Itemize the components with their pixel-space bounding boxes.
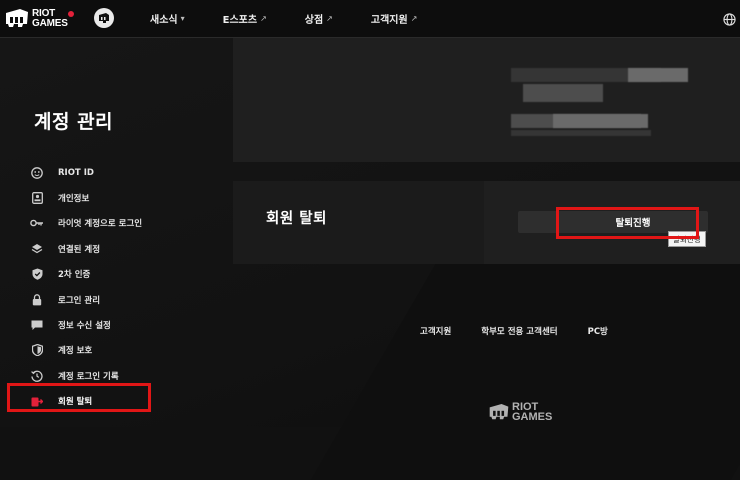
riot-games-logo[interactable]: RIOT GAMES	[4, 9, 68, 29]
nav-store-label: 상점	[304, 15, 324, 26]
riot-fist-icon	[4, 9, 30, 29]
lock-icon	[30, 293, 44, 307]
sidebar-item-label: 2차 인증	[58, 270, 91, 281]
nav-support[interactable]: 고객지원 ↗	[371, 11, 418, 26]
layers-icon	[30, 242, 44, 256]
highlight-box-withdraw-menu	[7, 383, 151, 412]
footer-link-support[interactable]: 고객지원	[420, 325, 451, 337]
sidebar-item-label: 라이엇 계정으로 로그인	[58, 219, 143, 230]
sidebar-item-label: RIOT ID	[58, 167, 94, 178]
footer-links: 고객지원 학부모 전용 고객센터 PC방	[420, 325, 638, 337]
nav-esports-label: E스포츠	[222, 15, 258, 26]
sidebar-item-communication[interactable]: 정보 수신 설정	[30, 312, 230, 337]
footer-link-parents[interactable]: 학부모 전용 고객센터	[481, 325, 557, 337]
sidebar-item-riot-sign-on[interactable]: 라이엇 계정으로 로그인	[30, 211, 230, 236]
notification-dot	[68, 11, 74, 17]
blurred-info	[628, 68, 688, 82]
sidebar-item-linked-accounts[interactable]: 연결된 계정	[30, 236, 230, 261]
riot-fist-icon	[489, 403, 509, 419]
key-icon	[30, 216, 44, 230]
main-nav: 새소식 ▾ E스포츠 ↗ 상점 ↗ 고객지원 ↗	[150, 0, 455, 37]
face-icon	[30, 166, 44, 180]
footer-riot-logo[interactable]: RIOT GAMES	[488, 402, 553, 423]
sidebar-item-login-management[interactable]: 로그인 관리	[30, 287, 230, 312]
top-navigation-bar: RIOT GAMES 새소식 ▾ E스포츠 ↗ 상점 ↗ 고객지원 ↗	[0, 0, 740, 38]
sidebar-item-label: 정보 수신 설정	[58, 321, 111, 332]
footer-brand-line-2: GAMES	[512, 411, 553, 423]
sidebar-item-personal-info[interactable]: 개인정보	[30, 185, 230, 210]
external-link-icon: ↗	[260, 14, 267, 23]
sidebar-item-2fa[interactable]: 2차 인증	[30, 262, 230, 287]
external-link-icon: ↗	[326, 14, 333, 23]
history-icon	[30, 369, 44, 383]
sidebar-item-label: 로그인 관리	[58, 295, 101, 306]
chat-icon	[30, 318, 44, 332]
sidebar-item-label: 개인정보	[58, 194, 90, 205]
footer-link-pc-bang[interactable]: PC방	[588, 325, 608, 337]
blurred-info	[523, 84, 603, 102]
nav-esports[interactable]: E스포츠 ↗	[223, 11, 267, 26]
nav-news-label: 새소식	[150, 15, 178, 26]
external-link-icon: ↗	[410, 14, 418, 23]
chevron-down-icon: ▾	[180, 14, 185, 23]
nav-store[interactable]: 상점 ↗	[305, 11, 333, 26]
sidebar-item-label: 연결된 계정	[58, 244, 101, 255]
blurred-info	[511, 130, 651, 136]
brand-line-2: GAMES	[32, 18, 68, 29]
withdraw-card-title: 회원 탈퇴	[266, 211, 327, 227]
sidebar-item-account-protection[interactable]: 계정 보호	[30, 338, 230, 363]
id-card-icon	[30, 191, 44, 205]
sidebar-item-label: 계정 로그인 기록	[58, 371, 119, 382]
nav-news[interactable]: 새소식 ▾	[150, 11, 185, 26]
riot-client-icon[interactable]	[94, 8, 114, 28]
sidebar-item-riot-id[interactable]: RIOT ID	[30, 160, 230, 185]
highlight-box-withdraw-button	[556, 207, 699, 239]
account-info-card	[233, 38, 740, 162]
shield-lock-icon	[30, 343, 44, 357]
blurred-info	[553, 114, 648, 128]
sidebar: RIOT ID 개인정보 라이엇 계정으로 로그인 연결된 계정 2차 인증 로…	[30, 160, 230, 414]
sidebar-item-label: 계정 보호	[58, 346, 93, 357]
shield-check-icon	[30, 267, 44, 281]
nav-support-label: 고객지원	[370, 15, 408, 26]
page-title: 계정 관리	[34, 111, 114, 133]
globe-icon[interactable]	[723, 11, 736, 30]
